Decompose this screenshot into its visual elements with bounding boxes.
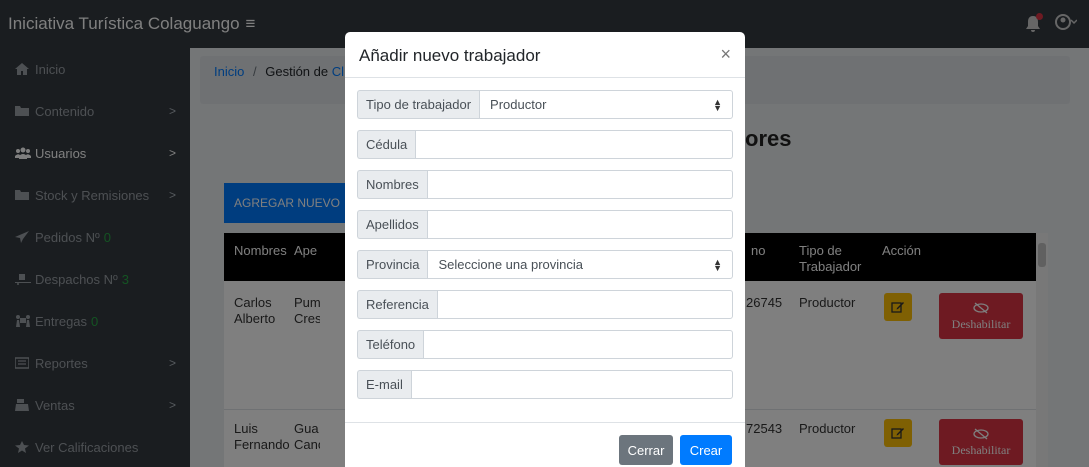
tipo-trabajador-value: Productor: [490, 97, 547, 112]
nombres-label: Nombres: [357, 170, 427, 199]
cancel-button[interactable]: Cerrar: [619, 435, 673, 465]
close-icon[interactable]: ×: [720, 44, 731, 65]
cedula-input[interactable]: [415, 130, 733, 159]
tipo-trabajador-group: Tipo de trabajador Productor ▲ ▼: [357, 90, 733, 119]
cedula-label: Cédula: [357, 130, 416, 159]
tipo-trabajador-label: Tipo de trabajador: [357, 90, 480, 119]
apellidos-group: Apellidos: [357, 210, 733, 239]
cedula-group: Cédula: [357, 130, 733, 159]
provincia-value: Seleccione una provincia: [438, 257, 584, 272]
select-arrows-icon: ▲ ▼: [713, 256, 722, 273]
select-arrows-icon: ▲ ▼: [713, 96, 722, 113]
modal-header: Añadir nuevo trabajador ×: [345, 32, 745, 78]
provincia-select[interactable]: Seleccione una provincia ▲ ▼: [427, 250, 733, 279]
email-input[interactable]: [410, 370, 733, 399]
email-label: E-mail: [357, 370, 411, 399]
modal-footer: Cerrar Crear: [345, 422, 745, 467]
nombres-group: Nombres: [357, 170, 733, 199]
tipo-trabajador-select[interactable]: Productor ▲ ▼: [479, 90, 733, 119]
provincia-group: Provincia Seleccione una provincia ▲ ▼: [357, 250, 733, 279]
nombres-input[interactable]: [426, 170, 733, 199]
email-group: E-mail: [357, 370, 733, 399]
apellidos-input[interactable]: [426, 210, 733, 239]
modal-title: Añadir nuevo trabajador: [359, 46, 541, 65]
referencia-label: Referencia: [357, 290, 437, 319]
provincia-label: Provincia: [357, 250, 428, 279]
telefono-group: Teléfono: [357, 330, 733, 359]
telefono-input[interactable]: [423, 330, 733, 359]
referencia-group: Referencia: [357, 290, 733, 319]
referencia-input[interactable]: [436, 290, 733, 319]
apellidos-label: Apellidos: [357, 210, 427, 239]
add-worker-modal: Añadir nuevo trabajador × Tipo de trabaj…: [345, 32, 745, 467]
telefono-label: Teléfono: [357, 330, 424, 359]
create-button[interactable]: Crear: [680, 435, 732, 465]
